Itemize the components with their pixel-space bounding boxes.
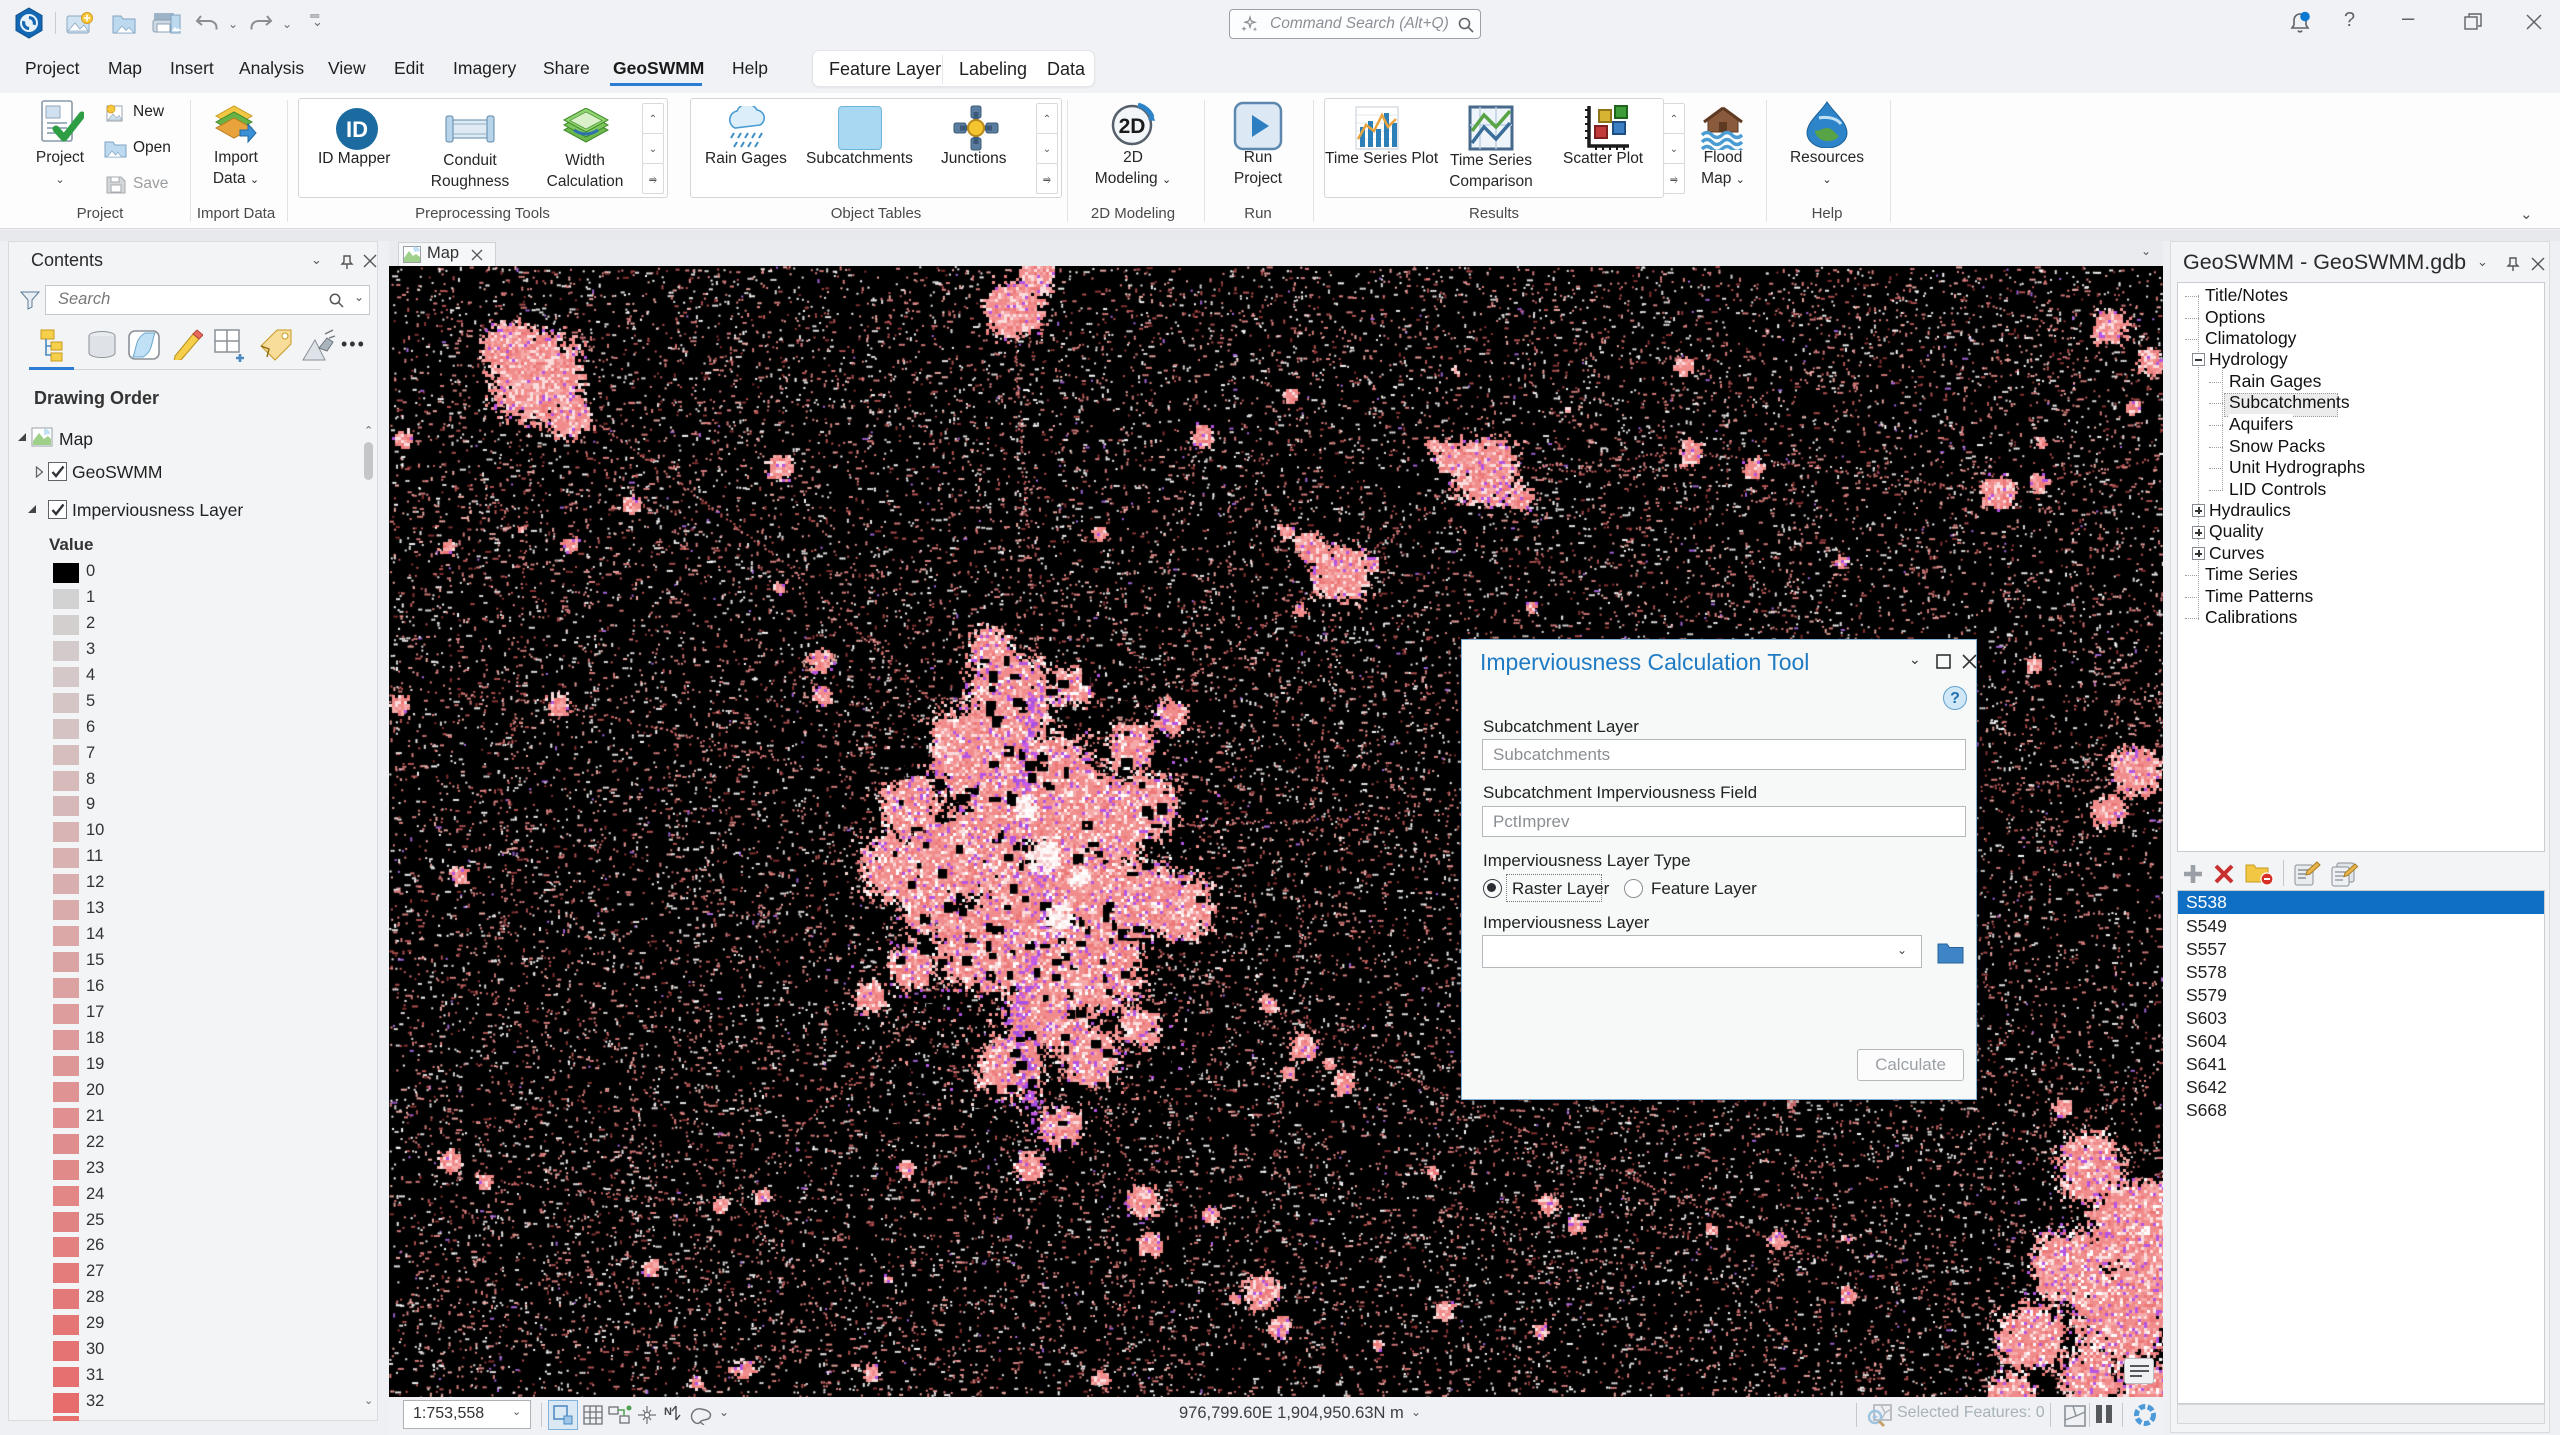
svg-text:2D: 2D [1119,115,1146,138]
svg-text:ID: ID [346,117,368,142]
svg-text:N: N [664,1406,672,1418]
